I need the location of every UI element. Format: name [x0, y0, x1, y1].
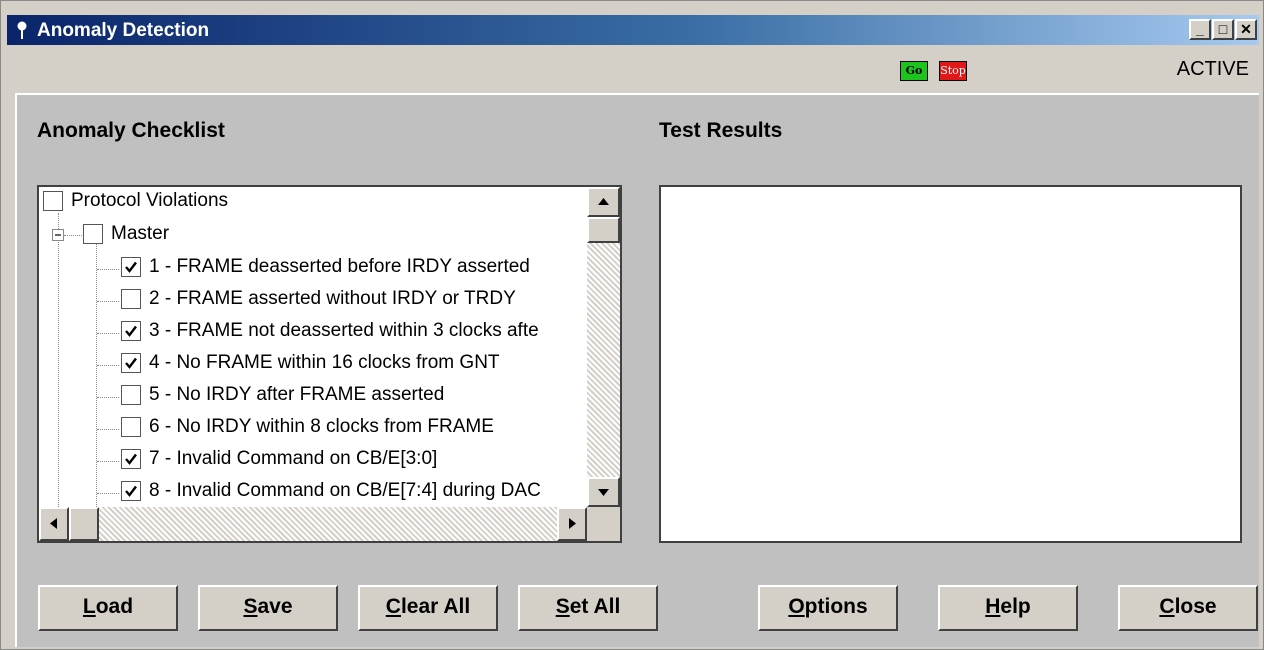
tree-item-label: 5 - No IRDY after FRAME asserted [149, 384, 445, 405]
tree-connector-line [58, 213, 59, 513]
mnemonic: C [1159, 595, 1175, 618]
tree-item-label: 3 - FRAME not deasserted within 3 clocks… [149, 320, 539, 341]
tree-row-label: Protocol Violations [71, 190, 229, 211]
save-button[interactable]: Save [198, 585, 338, 631]
checkbox[interactable] [121, 417, 141, 437]
scroll-thumb[interactable] [587, 217, 620, 243]
arrow-up-icon [598, 198, 609, 205]
button-label: ave [257, 595, 293, 618]
tree-item-label: 6 - No IRDY within 8 clocks from FRAME [149, 416, 494, 437]
button-label: et All [569, 595, 621, 618]
close-button[interactable]: Close [1118, 585, 1258, 631]
vertical-scrollbar[interactable] [587, 187, 620, 507]
tree-connector-line [96, 243, 97, 513]
checkbox-checked[interactable] [121, 353, 141, 373]
mnemonic: S [555, 595, 570, 618]
set-all-button[interactable]: Set All [518, 585, 658, 631]
tree-connector-line [97, 333, 119, 334]
scroll-up-button[interactable] [587, 187, 620, 217]
checkbox[interactable] [43, 191, 63, 211]
scrollbar-corner [587, 507, 620, 541]
go-button[interactable]: Go [900, 61, 928, 81]
test-results-area[interactable] [659, 185, 1242, 543]
button-label: ptions [804, 595, 868, 618]
collapse-icon[interactable] [52, 229, 64, 241]
tree-connector-line [97, 461, 119, 462]
horizontal-scrollbar[interactable] [39, 507, 587, 541]
tree-connector-line [97, 429, 119, 430]
window-title: Anomaly Detection [37, 20, 210, 41]
button-label: lose [1174, 595, 1217, 618]
tree-item-label: 7 - Invalid Command on CB/E[3:0] [149, 448, 438, 469]
mnemonic: C [385, 595, 401, 618]
checkbox-checked[interactable] [121, 481, 141, 501]
mnemonic: S [243, 595, 258, 618]
checkbox-checked[interactable] [121, 321, 141, 341]
clear-all-button[interactable]: Clear All [358, 585, 498, 631]
minimize-button[interactable]: _ [1189, 19, 1211, 40]
hscroll-thumb[interactable] [69, 507, 99, 541]
tree-connector-line [97, 301, 119, 302]
mnemonic: L [82, 595, 96, 618]
mnemonic: O [788, 595, 805, 618]
checklist-heading: Anomaly Checklist [37, 119, 225, 142]
checkbox-checked[interactable] [121, 257, 141, 277]
pin-icon [17, 21, 27, 39]
scroll-right-button[interactable] [557, 507, 587, 541]
status-bar: Go Stop ACTIVE [7, 45, 1259, 89]
tree-connector-line [97, 365, 119, 366]
arrow-right-icon [569, 518, 576, 529]
button-label: elp [1000, 595, 1031, 618]
tree-connector-line [97, 269, 119, 270]
tree-connector-line [97, 493, 119, 494]
tree-connector-line [64, 235, 82, 236]
checkbox[interactable] [121, 385, 141, 405]
results-heading: Test Results [659, 119, 783, 142]
scroll-left-button[interactable] [39, 507, 69, 541]
button-label: lear All [400, 595, 471, 618]
tree-row-label: Master [111, 223, 170, 244]
arrow-left-icon [50, 518, 57, 529]
checkbox-checked[interactable] [121, 449, 141, 469]
status-text: ACTIVE [1176, 58, 1249, 80]
app-window: Anomaly Detection _ □ ✕ Go Stop ACTIVE A… [0, 0, 1264, 650]
title-bar[interactable]: Anomaly Detection _ □ ✕ [7, 15, 1259, 45]
anomaly-checklist-tree[interactable]: Protocol Violations Master 1 - FRAME dea… [37, 185, 622, 543]
checkbox[interactable] [83, 224, 103, 244]
tree-connector-line [97, 397, 119, 398]
options-button[interactable]: Options [758, 585, 898, 631]
tree-item-label: 2 - FRAME asserted without IRDY or TRDY [149, 288, 516, 309]
tree-item-label: 8 - Invalid Command on CB/E[7:4] during … [149, 480, 541, 501]
arrow-down-icon [598, 489, 609, 496]
mnemonic: H [985, 595, 1001, 618]
maximize-button[interactable]: □ [1212, 19, 1234, 40]
stop-button[interactable]: Stop [939, 61, 967, 81]
button-label: oad [95, 595, 134, 618]
close-window-button[interactable]: ✕ [1235, 19, 1257, 40]
load-button[interactable]: Load [38, 585, 178, 631]
help-button[interactable]: Help [938, 585, 1078, 631]
scroll-down-button[interactable] [587, 477, 620, 507]
tree-item-label: 4 - No FRAME within 16 clocks from GNT [149, 352, 500, 373]
tree-item-label: 1 - FRAME deasserted before IRDY asserte… [149, 256, 530, 277]
checkbox[interactable] [121, 289, 141, 309]
